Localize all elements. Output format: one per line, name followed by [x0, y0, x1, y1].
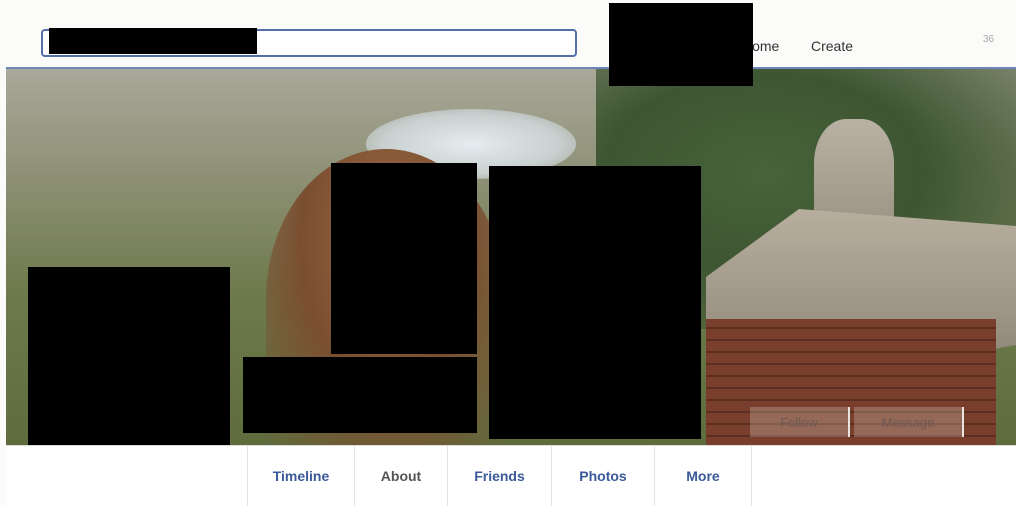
tab-photos[interactable]: Photos — [551, 446, 654, 506]
redaction-cover-block — [489, 166, 701, 439]
tab-timeline[interactable]: Timeline — [247, 446, 354, 506]
tab-about[interactable]: About — [354, 446, 447, 506]
notifications-count[interactable]: 36 — [983, 34, 994, 45]
search-redaction — [49, 28, 257, 54]
redaction-profile-picture — [28, 267, 230, 473]
follow-button[interactable]: Follow — [750, 407, 850, 437]
redaction-header-profile — [609, 3, 753, 86]
redaction-name-block-lower — [243, 357, 477, 433]
profile-tab-bar: Timeline About Friends Photos More — [6, 445, 1016, 506]
nav-create-link[interactable]: Create — [811, 38, 853, 54]
tab-more[interactable]: More — [654, 446, 752, 506]
tab-friends[interactable]: Friends — [447, 446, 551, 506]
redaction-name-block — [331, 163, 477, 354]
message-button[interactable]: Message — [854, 407, 964, 437]
